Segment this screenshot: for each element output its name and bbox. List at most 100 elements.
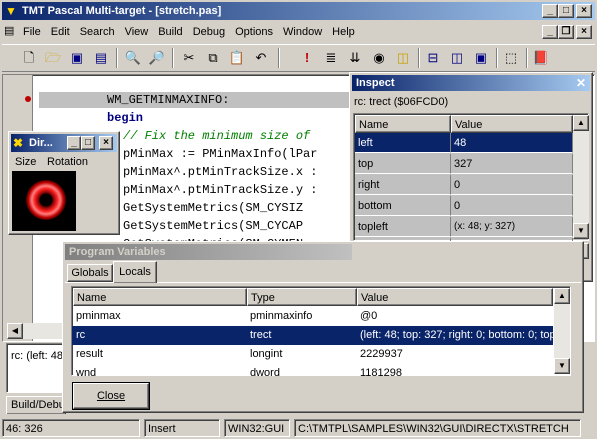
- menu-window[interactable]: Window: [278, 23, 327, 41]
- tab-globals[interactable]: Globals: [67, 264, 113, 282]
- save-file-icon[interactable]: ▣: [66, 47, 88, 69]
- menu-items: File Edit Search View Build Debug Options Windo…: [18, 23, 360, 41]
- inspect-vscrollbar[interactable]: ▲ ▼: [573, 115, 589, 239]
- inspect-row-name[interactable]: top: [355, 154, 451, 174]
- paste-icon[interactable]: 📋: [226, 47, 248, 69]
- menu-file[interactable]: File: [18, 23, 46, 41]
- variable-value: @0: [360, 310, 378, 322]
- tab-locals[interactable]: Locals: [113, 261, 157, 283]
- message-text: rc: (left: 48: [11, 350, 63, 362]
- help-book-icon[interactable]: 📕: [530, 47, 552, 69]
- watch-icon[interactable]: ◫: [392, 47, 414, 69]
- undo-icon[interactable]: ↶: [250, 47, 272, 69]
- directx-render-canvas: [12, 171, 76, 231]
- copy-icon[interactable]: ⧉: [202, 47, 224, 69]
- inspect-row-value[interactable]: 327: [451, 154, 573, 174]
- new-file-icon[interactable]: 🗋: [18, 47, 40, 69]
- doc-minimize-button[interactable]: _: [542, 25, 558, 39]
- program-variables-title-bar: Program Variables: [65, 244, 352, 260]
- inspect-title-bar: Inspect ✕: [352, 75, 590, 91]
- program-variables-window: Program Variables Globals Locals Name Ty…: [62, 241, 584, 413]
- var-col-type[interactable]: Type: [247, 288, 357, 306]
- tile-vertical-icon[interactable]: ◫: [446, 47, 468, 69]
- open-file-icon[interactable]: 🗁: [42, 47, 64, 69]
- menu-edit[interactable]: Edit: [46, 23, 75, 41]
- inspect-col-value[interactable]: Value: [451, 115, 573, 133]
- menu-help[interactable]: Help: [327, 23, 360, 41]
- inspect-row-value[interactable]: 0: [451, 196, 573, 216]
- inspect-row-name[interactable]: topleft: [355, 217, 451, 237]
- menu-view[interactable]: View: [120, 23, 154, 41]
- variable-row[interactable]: rc trect (left: 48; top: 327; right: 0; bo…: [72, 326, 553, 345]
- dir-maximize-button[interactable]: □: [81, 136, 95, 150]
- editor-hscrollbar[interactable]: ◀: [7, 323, 67, 339]
- message-pane[interactable]: rc: (left: 48: [6, 343, 66, 393]
- window-title: TMT Pascal Multi-target - [stretch.pas]: [22, 5, 222, 17]
- menu-bar: ▤ File Edit Search View Build Debug Options Win…: [2, 22, 595, 42]
- breakpoint-icon[interactable]: ◉: [368, 47, 390, 69]
- dir-minimize-button[interactable]: _: [67, 136, 81, 150]
- variable-row[interactable]: result longint 2229937: [72, 345, 553, 364]
- inspect-col-name[interactable]: Name: [355, 115, 451, 133]
- variables-vscrollbar[interactable]: ▲ ▼: [554, 288, 570, 374]
- inspect-row-value[interactable]: 0: [451, 175, 573, 195]
- code-line: pMinMax^.ptMinTrackSize.x :: [123, 165, 318, 179]
- dir-title-bar: ✖ Dir... _ □ ×: [11, 134, 117, 152]
- inspect-row-name[interactable]: bottom: [355, 196, 451, 216]
- variable-value: (left: 48; top: 327; right: 0; bottom: 0…: [360, 329, 553, 341]
- trace-icon[interactable]: ⇊: [344, 47, 366, 69]
- breakpoint-marker-icon[interactable]: [25, 96, 31, 102]
- variable-row[interactable]: wnd dword 1181298: [72, 364, 553, 383]
- inspect-close-icon[interactable]: ✕: [576, 75, 586, 91]
- variable-name: pminmax: [76, 310, 121, 322]
- scroll-left-icon[interactable]: ◀: [7, 323, 23, 339]
- maximize-button[interactable]: □: [558, 4, 574, 18]
- app-icon: ▼: [5, 4, 17, 18]
- document-icon[interactable]: ▤: [4, 24, 14, 37]
- dir-window-icon: ✖: [13, 136, 24, 150]
- dir-menu-size[interactable]: Size: [15, 154, 36, 170]
- save-all-icon[interactable]: ▤: [90, 47, 112, 69]
- menu-search[interactable]: Search: [75, 23, 120, 41]
- tile-horizontal-icon[interactable]: ⊟: [422, 47, 444, 69]
- status-path: C:\TMTPL\SAMPLES\WIN32\GUI\DIRECTX\STRET…: [294, 419, 581, 437]
- code-line: GetSystemMetrics(SM_CYSIZ: [123, 201, 304, 215]
- print-preview-icon[interactable]: 🔍: [122, 47, 144, 69]
- menu-build[interactable]: Build: [153, 23, 187, 41]
- status-position: 46: 326: [2, 419, 140, 437]
- inspect-expression: rc: trect ($06FCD0): [354, 96, 449, 108]
- scroll-down-icon[interactable]: ▼: [554, 358, 570, 374]
- scroll-up-icon[interactable]: ▲: [554, 288, 570, 304]
- variable-row[interactable]: pminmax pminmaxinfo @0: [72, 307, 553, 326]
- inspect-icon[interactable]: ⬚: [500, 47, 522, 69]
- menu-options[interactable]: Options: [230, 23, 278, 41]
- inspect-row-name[interactable]: right: [355, 175, 451, 195]
- var-col-name[interactable]: Name: [73, 288, 247, 306]
- inspect-row-name[interactable]: left: [355, 133, 451, 153]
- var-col-value[interactable]: Value: [357, 288, 553, 306]
- code-line: pMinMax^.ptMinTrackSize.y :: [123, 183, 318, 197]
- cut-icon[interactable]: ✂: [178, 47, 200, 69]
- inspect-grid: Name Value left 48 top 327 right 0 bottom 0 topl…: [353, 113, 589, 258]
- step-icon[interactable]: ≣: [320, 47, 342, 69]
- run-icon[interactable]: !: [296, 47, 318, 69]
- find-icon[interactable]: 🔎: [146, 47, 168, 69]
- close-button[interactable]: Close: [72, 382, 150, 410]
- minimize-button[interactable]: _: [542, 4, 558, 18]
- main-title-bar: ▼ TMT Pascal Multi-target - [stretch.pas…: [2, 2, 595, 20]
- variable-type: dword: [250, 367, 280, 379]
- cascade-icon[interactable]: ▣: [470, 47, 492, 69]
- variable-type: trect: [250, 329, 272, 341]
- scroll-up-icon[interactable]: ▲: [573, 115, 589, 131]
- dir-window-title: Dir...: [29, 137, 53, 149]
- menu-debug[interactable]: Debug: [188, 23, 230, 41]
- close-button[interactable]: ×: [576, 4, 592, 18]
- inspect-row-value[interactable]: (x: 48; y: 327): [451, 217, 573, 237]
- scroll-down-icon[interactable]: ▼: [573, 223, 589, 239]
- dir-menu-rotation[interactable]: Rotation: [47, 154, 88, 170]
- inspect-row-value[interactable]: 48: [451, 133, 573, 153]
- tab-build-debug[interactable]: Build/Debu: [6, 396, 66, 414]
- doc-close-button[interactable]: ×: [576, 25, 592, 39]
- dir-close-button[interactable]: ×: [99, 136, 113, 150]
- doc-restore-button[interactable]: ❐: [558, 25, 574, 39]
